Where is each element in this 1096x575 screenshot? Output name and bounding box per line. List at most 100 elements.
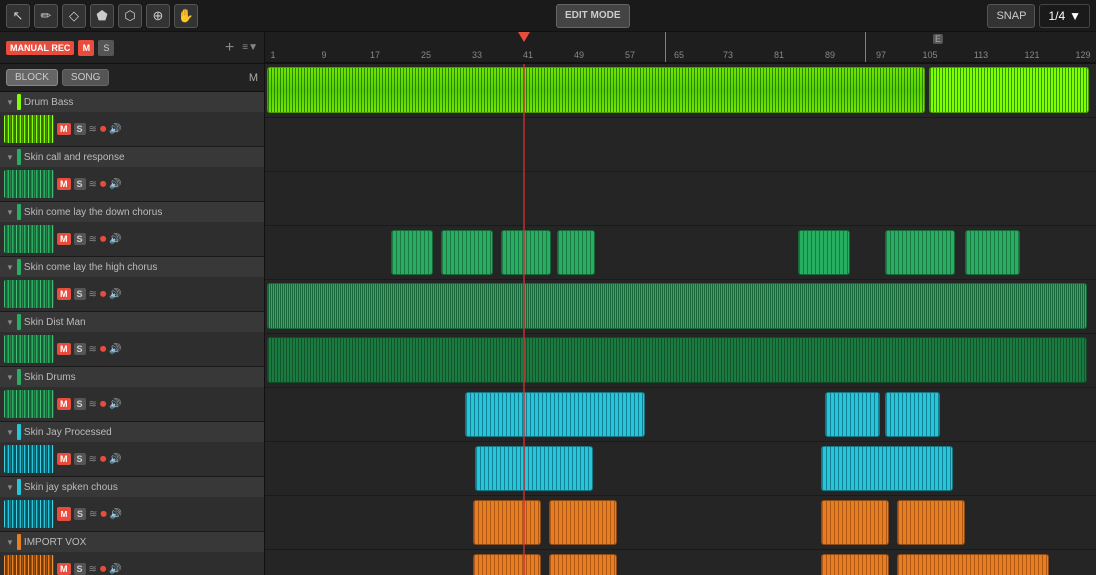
clip-high-1[interactable]	[391, 230, 433, 275]
mute-button-skin-high[interactable]: M	[57, 288, 71, 300]
paint-tool[interactable]: ⬟	[90, 4, 114, 28]
fraction-display[interactable]: 1/4 ▼	[1039, 4, 1090, 28]
ruler-mark-105: 105	[922, 50, 937, 60]
arrange-track-skin-jay[interactable]	[265, 388, 1096, 442]
timeline-ruler[interactable]: 1 9 17 25 33 41 49 57 65 73 81 89 97 105…	[265, 32, 1096, 64]
clip-vox-3[interactable]	[821, 500, 889, 545]
clip-dist-1[interactable]	[267, 283, 1087, 329]
collapse-triangle[interactable]: ▼	[6, 98, 14, 107]
mute-button-drum-bass[interactable]: M	[57, 123, 71, 135]
collapse-triangle-skin-jay[interactable]: ▼	[6, 428, 14, 437]
arrange-tracks[interactable]	[265, 64, 1096, 575]
solo-button-skin-dist[interactable]: S	[74, 343, 86, 355]
collapse-triangle-skin-high[interactable]: ▼	[6, 263, 14, 272]
fx-button-skin-jay[interactable]: 🔊	[109, 454, 121, 465]
fx-button-drum-bass[interactable]: 🔊	[109, 124, 121, 135]
m-button[interactable]: M	[78, 40, 94, 56]
rec-button-import-vox[interactable]: ⏺	[100, 561, 107, 575]
rec-button-skin-jay[interactable]: ⏺	[100, 451, 107, 467]
mute-button-skin-down[interactable]: M	[57, 233, 71, 245]
clip-high-7[interactable]	[965, 230, 1020, 275]
fx-button-skin-spken[interactable]: 🔊	[110, 509, 122, 520]
collapse-triangle-skin-dist[interactable]: ▼	[6, 318, 14, 327]
fx-button-skin-down[interactable]: 🔊	[109, 234, 121, 245]
clip-high-5[interactable]	[798, 230, 850, 275]
arrange-track-import-vox-copy[interactable]	[265, 550, 1096, 575]
clip-vox-copy-1[interactable]	[473, 554, 541, 575]
collapse-triangle-skin-spken[interactable]: ▼	[6, 483, 14, 492]
collapse-triangle-skin-call[interactable]: ▼	[6, 153, 14, 162]
fx-button-skin-drums[interactable]: 🔊	[109, 399, 121, 410]
mute-button-skin-call[interactable]: M	[57, 178, 71, 190]
arrange-track-skin-spken[interactable]	[265, 442, 1096, 496]
solo-button-skin-down[interactable]: S	[74, 233, 86, 245]
clip-vox-copy-2[interactable]	[549, 554, 617, 575]
solo-button-skin-spken[interactable]: S	[74, 508, 86, 520]
clip-drums-1[interactable]	[267, 337, 1087, 383]
edit-mode-button[interactable]: EDIT MODE	[556, 4, 630, 28]
mute-button-skin-jay[interactable]: M	[57, 453, 71, 465]
clip-high-4[interactable]	[557, 230, 595, 275]
rec-button-skin-high[interactable]: ⏺	[100, 286, 107, 302]
clip-spken-2[interactable]	[821, 446, 953, 491]
clip-vox-1[interactable]	[473, 500, 541, 545]
rec-button-skin-down[interactable]: ⏺	[100, 231, 107, 247]
solo-button-skin-call[interactable]: S	[74, 178, 86, 190]
fx-button-skin-high[interactable]: 🔊	[109, 289, 121, 300]
rec-button-skin-drums[interactable]: ⏺	[100, 396, 107, 412]
clip-spken-1[interactable]	[475, 446, 593, 491]
playhead-triangle	[518, 32, 530, 42]
arrange-track-skin-call[interactable]	[265, 118, 1096, 172]
mute-button-skin-drums[interactable]: M	[57, 398, 71, 410]
mute-button-import-vox[interactable]: M	[57, 563, 71, 575]
pointer-tool[interactable]: ↖	[6, 4, 30, 28]
clip-jay-2[interactable]	[825, 392, 880, 437]
arrange-track-drum-bass[interactable]	[265, 64, 1096, 118]
magnifier-tool[interactable]: ⊕	[146, 4, 170, 28]
selection-tool[interactable]: ⬡	[118, 4, 142, 28]
rec-button-skin-spken[interactable]: ⏺	[100, 506, 107, 522]
solo-button-import-vox[interactable]: S	[74, 563, 86, 575]
arrange-track-skin-dist[interactable]	[265, 280, 1096, 334]
clip-jay-1[interactable]	[465, 392, 645, 437]
arrange-track-skin-high[interactable]	[265, 226, 1096, 280]
clip-drum-bass-2[interactable]	[929, 67, 1089, 113]
solo-button-drum-bass[interactable]: S	[74, 123, 86, 135]
clip-high-2[interactable]	[441, 230, 493, 275]
arrange-track-skin-down[interactable]	[265, 172, 1096, 226]
rec-button-drum-bass[interactable]: ⏺	[100, 121, 107, 137]
fx-button-skin-call[interactable]: 🔊	[109, 179, 121, 190]
eraser-tool[interactable]: ◇	[62, 4, 86, 28]
clip-vox-4[interactable]	[897, 500, 965, 545]
clip-high-3[interactable]	[501, 230, 551, 275]
solo-button-skin-drums[interactable]: S	[74, 398, 86, 410]
song-button[interactable]: SONG	[62, 69, 109, 86]
rec-button-skin-dist[interactable]: ⏺	[100, 341, 107, 357]
solo-button-skin-high[interactable]: S	[74, 288, 86, 300]
hand-tool[interactable]: ✋	[174, 4, 198, 28]
mute-button-skin-dist[interactable]: M	[57, 343, 71, 355]
s-button[interactable]: S	[98, 40, 114, 56]
collapse-triangle-skin-down[interactable]: ▼	[6, 208, 14, 217]
pencil-tool[interactable]: ✏	[34, 4, 58, 28]
fx-button-import-vox[interactable]: 🔊	[109, 564, 121, 575]
snap-button[interactable]: SNAP	[987, 4, 1035, 28]
arrange-track-import-vox[interactable]	[265, 496, 1096, 550]
clip-vox-2[interactable]	[549, 500, 617, 545]
arrange-view[interactable]: 1 9 17 25 33 41 49 57 65 73 81 89 97 105…	[265, 32, 1096, 575]
track-options-button[interactable]: ≡▼	[242, 42, 258, 53]
clip-high-6[interactable]	[885, 230, 955, 275]
fx-button-skin-dist[interactable]: 🔊	[109, 344, 121, 355]
clip-vox-copy-4[interactable]	[897, 554, 1049, 575]
collapse-triangle-import-vox[interactable]: ▼	[6, 538, 14, 547]
m-btn-spken[interactable]: M	[57, 507, 71, 521]
collapse-triangle-skin-drums[interactable]: ▼	[6, 373, 14, 382]
arrange-track-skin-drums[interactable]	[265, 334, 1096, 388]
rec-button-skin-call[interactable]: ⏺	[100, 176, 107, 192]
solo-button-skin-jay[interactable]: S	[74, 453, 86, 465]
clip-jay-3[interactable]	[885, 392, 940, 437]
clip-vox-copy-3[interactable]	[821, 554, 889, 575]
clip-drum-bass-1[interactable]	[267, 67, 925, 113]
add-track-button[interactable]: +	[225, 39, 234, 57]
block-button[interactable]: BLOCK	[6, 69, 58, 86]
